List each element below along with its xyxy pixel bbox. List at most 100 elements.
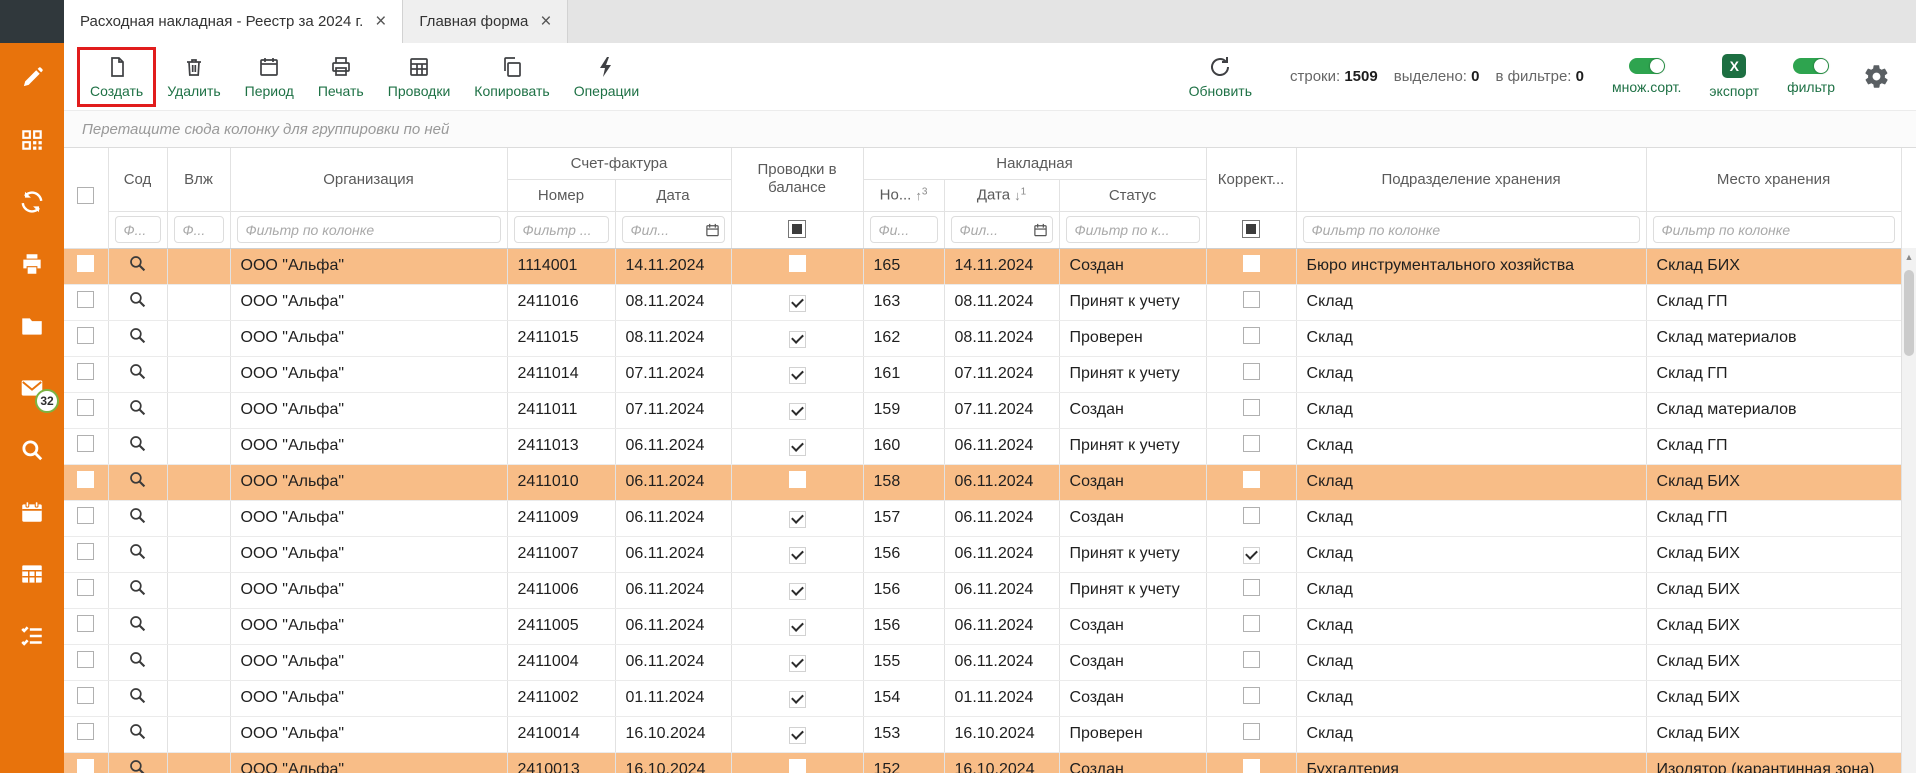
row-checkbox[interactable] xyxy=(77,291,94,308)
tab-main-form[interactable]: Главная форма × xyxy=(403,0,568,43)
multisort-toggle[interactable] xyxy=(1629,58,1665,74)
filter-input-waybill-number[interactable] xyxy=(870,216,938,243)
scrollbar-thumb[interactable] xyxy=(1904,270,1914,356)
copy-button[interactable]: Копировать xyxy=(464,50,559,104)
vertical-scrollbar[interactable]: ▲ xyxy=(1901,248,1916,773)
magnifier-icon[interactable] xyxy=(129,651,146,668)
correction-checkbox[interactable] xyxy=(1243,291,1260,308)
magnifier-icon[interactable] xyxy=(129,363,146,380)
row-checkbox[interactable] xyxy=(77,615,94,632)
posted-checkbox[interactable] xyxy=(789,295,806,312)
posted-checkbox[interactable] xyxy=(789,691,806,708)
column-header-waybill-number[interactable]: Но...↑3 xyxy=(863,179,944,211)
correction-checkbox[interactable] xyxy=(1243,547,1260,564)
filter-input-place[interactable] xyxy=(1653,216,1895,243)
magnifier-icon[interactable] xyxy=(129,579,146,596)
scroll-up-arrow[interactable]: ▲ xyxy=(1902,248,1916,266)
filter-input-invoice-number[interactable] xyxy=(514,216,609,243)
table-row[interactable]: ООО "Альфа" 1114001 14.11.2024 165 14.11… xyxy=(64,248,1901,284)
column-header-invoice-number[interactable]: Номер xyxy=(507,179,615,211)
correction-checkbox[interactable] xyxy=(1243,651,1260,668)
row-checkbox[interactable] xyxy=(77,471,94,488)
column-header-vlz[interactable]: Влж xyxy=(167,148,230,211)
posted-checkbox[interactable] xyxy=(789,403,806,420)
correction-checkbox[interactable] xyxy=(1243,687,1260,704)
filter-input-status[interactable] xyxy=(1066,216,1200,243)
posted-checkbox[interactable] xyxy=(789,547,806,564)
column-header-correction[interactable]: Коррект... xyxy=(1206,148,1296,211)
postings-button[interactable]: Проводки xyxy=(378,50,461,104)
table-row[interactable]: ООО "Альфа" 2411015 08.11.2024 162 08.11… xyxy=(64,320,1901,356)
correction-checkbox[interactable] xyxy=(1243,435,1260,452)
filter-checkbox-posted[interactable] xyxy=(788,220,806,238)
filter-checkbox-correction[interactable] xyxy=(1242,220,1260,238)
correction-checkbox[interactable] xyxy=(1243,723,1260,740)
column-header-org[interactable]: Организация xyxy=(230,148,507,211)
row-checkbox[interactable] xyxy=(77,579,94,596)
sidebar-item-print[interactable] xyxy=(17,249,47,279)
table-row[interactable]: ООО "Альфа" 2411006 06.11.2024 156 06.11… xyxy=(64,572,1901,608)
sidebar-item-mail[interactable]: 32 xyxy=(17,373,47,403)
sidebar-item-search[interactable] xyxy=(17,435,47,465)
magnifier-icon[interactable] xyxy=(129,471,146,488)
table-row[interactable]: ООО "Альфа" 2411016 08.11.2024 163 08.11… xyxy=(64,284,1901,320)
row-checkbox[interactable] xyxy=(77,543,94,560)
print-button[interactable]: Печать xyxy=(308,50,374,104)
table-row[interactable]: ООО "Альфа" 2411010 06.11.2024 158 06.11… xyxy=(64,464,1901,500)
column-header-posted[interactable]: Проводки в балансе xyxy=(731,148,863,211)
sidebar-item-modules[interactable] xyxy=(17,125,47,155)
table-row[interactable]: ООО "Альфа" 2411013 06.11.2024 160 06.11… xyxy=(64,428,1901,464)
column-header-status[interactable]: Статус xyxy=(1059,179,1206,211)
row-checkbox[interactable] xyxy=(77,651,94,668)
row-checkbox[interactable] xyxy=(77,435,94,452)
table-row[interactable]: ООО "Альфа" 2410013 16.10.2024 152 16.10… xyxy=(64,752,1901,773)
refresh-button[interactable]: Обновить xyxy=(1179,50,1262,104)
sidebar-item-tasks[interactable] xyxy=(17,621,47,651)
correction-checkbox[interactable] xyxy=(1243,507,1260,524)
table-row[interactable]: ООО "Альфа" 2411005 06.11.2024 156 06.11… xyxy=(64,608,1901,644)
filter-input-sod[interactable] xyxy=(115,216,161,243)
filter-input-department[interactable] xyxy=(1303,216,1640,243)
sidebar-item-calendar[interactable] xyxy=(17,497,47,527)
posted-checkbox[interactable] xyxy=(789,655,806,672)
posted-checkbox[interactable] xyxy=(789,471,806,488)
magnifier-icon[interactable] xyxy=(129,507,146,524)
sidebar-item-reports[interactable] xyxy=(17,559,47,589)
table-row[interactable]: ООО "Альфа" 2411011 07.11.2024 159 07.11… xyxy=(64,392,1901,428)
row-checkbox[interactable] xyxy=(77,399,94,416)
column-header-waybill-date[interactable]: Дата↓1 xyxy=(944,179,1059,211)
calendar-icon[interactable] xyxy=(1033,222,1048,237)
column-header-department[interactable]: Подразделение хранения xyxy=(1296,148,1646,211)
correction-checkbox[interactable] xyxy=(1243,255,1260,272)
correction-checkbox[interactable] xyxy=(1243,471,1260,488)
calendar-icon[interactable] xyxy=(705,222,720,237)
correction-checkbox[interactable] xyxy=(1243,363,1260,380)
magnifier-icon[interactable] xyxy=(129,543,146,560)
magnifier-icon[interactable] xyxy=(129,687,146,704)
magnifier-icon[interactable] xyxy=(129,615,146,632)
sidebar-item-documents[interactable] xyxy=(17,311,47,341)
posted-checkbox[interactable] xyxy=(789,511,806,528)
posted-checkbox[interactable] xyxy=(789,439,806,456)
row-checkbox[interactable] xyxy=(77,759,94,773)
posted-checkbox[interactable] xyxy=(789,367,806,384)
magnifier-icon[interactable] xyxy=(129,327,146,344)
row-checkbox[interactable] xyxy=(77,327,94,344)
select-all-checkbox[interactable] xyxy=(77,187,94,204)
delete-button[interactable]: Удалить xyxy=(157,50,230,104)
column-header-place[interactable]: Место хранения xyxy=(1646,148,1901,211)
correction-checkbox[interactable] xyxy=(1243,399,1260,416)
magnifier-icon[interactable] xyxy=(129,291,146,308)
tab-register-2024[interactable]: Расходная накладная - Реестр за 2024 г. … xyxy=(64,0,403,43)
row-checkbox[interactable] xyxy=(77,723,94,740)
table-row[interactable]: ООО "Альфа" 2410014 16.10.2024 153 16.10… xyxy=(64,716,1901,752)
magnifier-icon[interactable] xyxy=(129,723,146,740)
correction-checkbox[interactable] xyxy=(1243,579,1260,596)
create-button[interactable]: Создать xyxy=(80,50,153,104)
table-row[interactable]: ООО "Альфа" 2411002 01.11.2024 154 01.11… xyxy=(64,680,1901,716)
sidebar-item-sync[interactable] xyxy=(17,187,47,217)
operations-button[interactable]: Операции xyxy=(564,50,650,104)
close-icon[interactable]: × xyxy=(375,12,386,31)
correction-checkbox[interactable] xyxy=(1243,759,1260,773)
column-header-invoice-date[interactable]: Дата xyxy=(615,179,731,211)
